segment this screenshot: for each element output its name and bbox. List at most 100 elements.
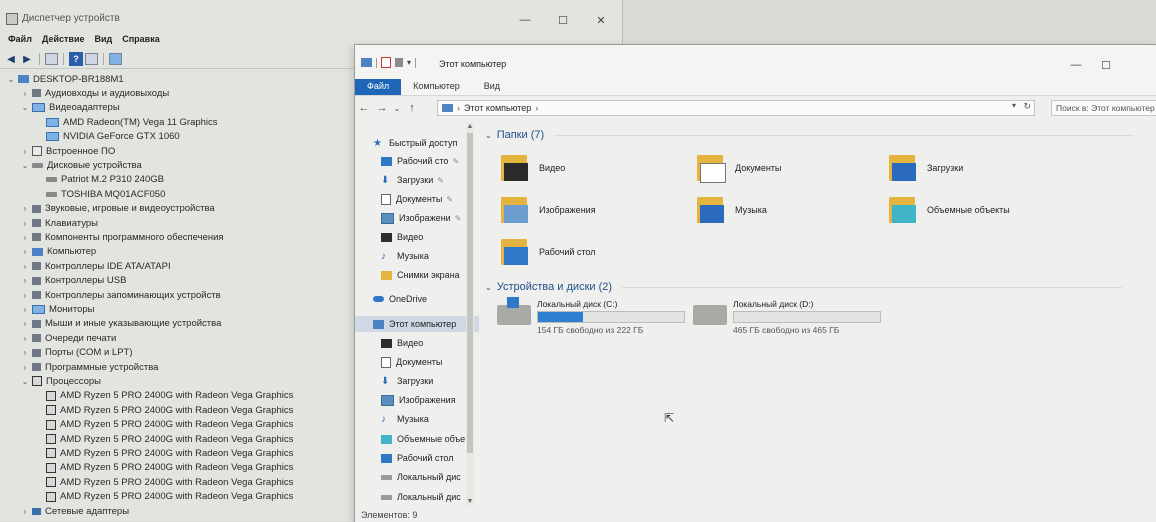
device-category[interactable]: › Контроллеры IDE ATA/ATAPI <box>20 259 171 273</box>
explorer-maximize-button[interactable]: ☐ <box>1091 57 1121 73</box>
collapsed-chevron-icon[interactable]: › <box>20 89 30 98</box>
device-item[interactable]: AMD Ryzen 5 PRO 2400G with Radeon Vega G… <box>44 418 293 432</box>
collapsed-chevron-icon[interactable]: › <box>20 262 30 271</box>
up-icon[interactable]: ↑ <box>403 102 421 114</box>
device-category[interactable]: › Программные устройства <box>20 360 159 374</box>
scroll-up-icon[interactable]: ▲ <box>466 123 474 130</box>
folder-item[interactable]: Музыка <box>697 195 767 225</box>
menu-view[interactable]: Вид <box>94 34 112 48</box>
nav-item[interactable]: ⬇ Загрузки ✎ <box>381 172 444 188</box>
tree-root[interactable]: ⌄ DESKTOP-BR188M1 <box>6 72 124 86</box>
properties-check-icon[interactable] <box>381 57 391 68</box>
collapsed-chevron-icon[interactable]: › <box>20 507 30 516</box>
collapsed-chevron-icon[interactable]: › <box>20 276 30 285</box>
device-item[interactable]: AMD Ryzen 5 PRO 2400G with Radeon Vega G… <box>44 403 293 417</box>
collapsed-chevron-icon[interactable]: › <box>20 334 30 343</box>
device-view-icon[interactable] <box>85 53 98 65</box>
device-item[interactable]: AMD Ryzen 5 PRO 2400G with Radeon Vega G… <box>44 475 293 489</box>
device-item[interactable]: NVIDIA GeForce GTX 1060 <box>44 130 180 144</box>
scrollbar-thumb[interactable] <box>467 133 473 453</box>
collapsed-chevron-icon[interactable]: › <box>20 219 30 228</box>
nav-item[interactable]: Документы <box>381 354 442 370</box>
collapsed-chevron-icon[interactable]: › <box>20 247 30 256</box>
device-category[interactable]: › Компоненты программного обеспечения <box>20 230 224 244</box>
nav-item[interactable]: ★ Быстрый доступ <box>373 135 457 151</box>
scroll-down-icon[interactable]: ▼ <box>466 498 474 505</box>
nav-item[interactable]: ♪ Музыка <box>381 411 429 427</box>
menu-help[interactable]: Справка <box>122 34 159 48</box>
nav-item[interactable]: Видео <box>381 229 423 245</box>
back-icon[interactable]: ← <box>355 102 373 114</box>
new-folder-icon[interactable] <box>395 58 403 67</box>
device-item[interactable]: TOSHIBA MQ01ACF050 <box>44 187 165 201</box>
folder-item[interactable]: Загрузки <box>889 153 963 183</box>
collapsed-chevron-icon[interactable]: › <box>20 233 30 242</box>
collapsed-chevron-icon[interactable]: › <box>20 319 30 328</box>
nav-item[interactable]: Локальный дис <box>381 469 461 485</box>
nav-item[interactable]: Документы ✎ <box>381 191 453 207</box>
device-category[interactable]: › Мониторы <box>20 302 95 316</box>
help-icon[interactable]: ? <box>69 52 83 66</box>
nav-item[interactable]: ♪ Музыка <box>381 248 429 264</box>
device-category[interactable]: ⌄ Дисковые устройства <box>20 158 142 172</box>
refresh-icon[interactable]: ↻ <box>1023 101 1031 112</box>
recent-locations-icon[interactable]: ⌄ <box>391 104 403 113</box>
device-category[interactable]: › Очереди печати <box>20 331 117 345</box>
device-category[interactable]: › Встроенное ПО <box>20 144 116 158</box>
device-category[interactable]: › Контроллеры запоминающих устройств <box>20 288 221 302</box>
expanded-chevron-icon[interactable]: ⌄ <box>20 103 30 112</box>
device-category[interactable]: › Клавиатуры <box>20 216 98 230</box>
folder-item[interactable]: Видео <box>501 153 565 183</box>
menu-action[interactable]: Действие <box>42 34 85 48</box>
folder-item[interactable]: Объемные объекты <box>889 195 1010 225</box>
address-bar[interactable]: › Этот компьютер › ▾ ↻ <box>437 100 1035 116</box>
collapsed-chevron-icon[interactable]: › <box>20 363 30 372</box>
back-arrow-icon[interactable]: ◀ <box>4 52 18 66</box>
nav-item[interactable]: OneDrive <box>373 291 427 307</box>
minimize-button[interactable]: — <box>506 12 544 28</box>
forward-icon[interactable]: → <box>373 102 391 114</box>
folders-group-header[interactable]: ⌄ Папки (7) <box>485 129 1135 141</box>
collapsed-chevron-icon[interactable]: › <box>20 147 30 156</box>
expanded-chevron-icon[interactable]: ⌄ <box>20 161 30 170</box>
drive-item[interactable]: Локальный диск (D:) 465 ГБ свободно из 46… <box>693 299 881 335</box>
nav-item[interactable]: Локальный дис <box>381 489 461 505</box>
nav-item[interactable]: Изображени ✎ <box>381 210 461 226</box>
scan-hardware-icon[interactable] <box>109 53 122 65</box>
nav-item[interactable]: Снимки экрана <box>381 267 460 283</box>
drives-group-header[interactable]: ⌄ Устройства и диски (2) <box>485 281 1123 293</box>
nav-scrollbar[interactable]: ▲ ▼ <box>466 123 474 505</box>
expanded-chevron-icon[interactable]: ⌄ <box>20 377 30 386</box>
collapsed-chevron-icon[interactable]: › <box>20 305 30 314</box>
nav-item[interactable]: Этот компьютер <box>355 316 479 332</box>
quick-access-dropdown-icon[interactable]: ▾ <box>407 58 411 67</box>
nav-item[interactable]: Видео <box>381 335 423 351</box>
explorer-minimize-button[interactable]: — <box>1061 57 1091 73</box>
tab-view[interactable]: Вид <box>472 79 512 95</box>
address-dropdown-icon[interactable]: ▾ <box>1012 101 1016 110</box>
drive-item[interactable]: Локальный диск (C:) 154 ГБ свободно из 22… <box>497 297 685 335</box>
device-item[interactable]: AMD Ryzen 5 PRO 2400G with Radeon Vega G… <box>44 432 293 446</box>
device-category[interactable]: ⌄ Процессоры <box>20 374 101 388</box>
tab-file[interactable]: Файл <box>355 79 402 95</box>
device-category[interactable]: › Сетевые адаптеры <box>20 504 129 518</box>
nav-item[interactable]: Изображения <box>381 392 456 408</box>
device-item[interactable]: AMD Radeon(TM) Vega 11 Graphics <box>44 115 218 129</box>
collapsed-chevron-icon[interactable]: › <box>20 204 30 213</box>
device-category[interactable]: › Звуковые, игровые и видеоустройства <box>20 202 215 216</box>
tab-computer[interactable]: Компьютер <box>401 79 472 95</box>
maximize-button[interactable]: ☐ <box>544 12 582 28</box>
nav-item[interactable]: ⬇ Загрузки <box>381 373 433 389</box>
expanded-chevron-icon[interactable]: ⌄ <box>6 75 16 84</box>
nav-item[interactable]: Рабочий стол <box>381 450 454 466</box>
device-item[interactable]: AMD Ryzen 5 PRO 2400G with Radeon Vega G… <box>44 446 293 460</box>
device-category[interactable]: › Контроллеры USB <box>20 274 127 288</box>
device-item[interactable]: AMD Ryzen 5 PRO 2400G with Radeon Vega G… <box>44 389 293 403</box>
folder-item[interactable]: Изображения <box>501 195 596 225</box>
search-input[interactable]: Поиск в: Этот компьютер <box>1051 100 1156 116</box>
device-item[interactable]: Patriot M.2 P310 240GB <box>44 173 164 187</box>
folder-item[interactable]: Документы <box>697 153 781 183</box>
nav-item[interactable]: Рабочий сто ✎ <box>381 153 459 169</box>
folder-item[interactable]: Рабочий стол <box>501 237 596 267</box>
device-category[interactable]: › Компьютер <box>20 245 97 259</box>
